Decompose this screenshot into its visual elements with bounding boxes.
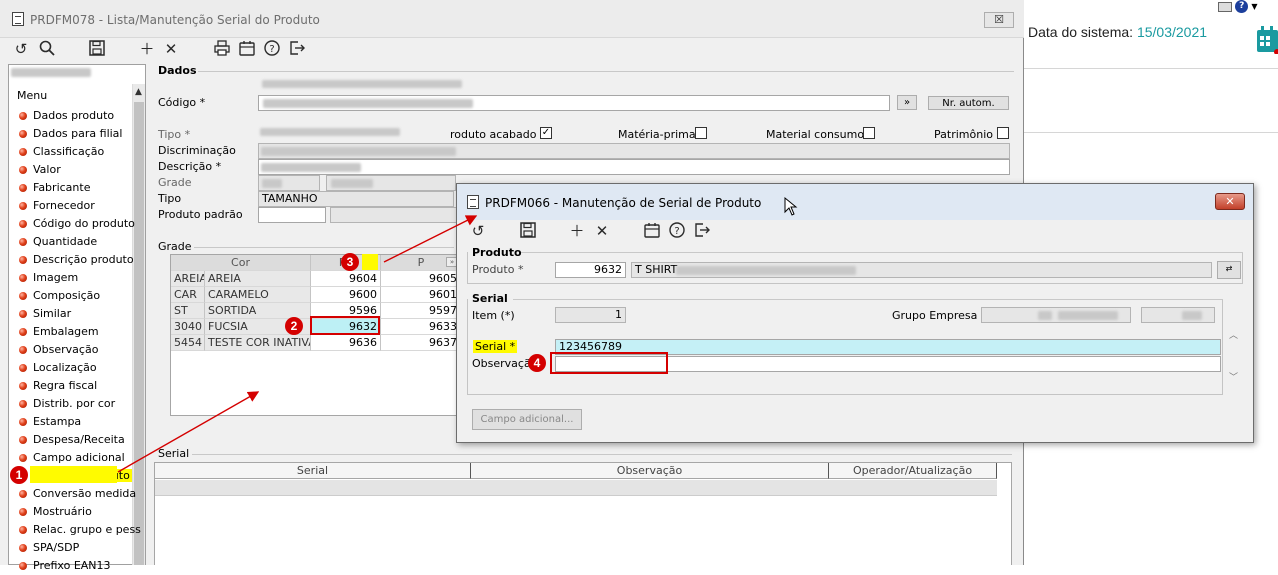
annotation-badge-4: 4 xyxy=(528,354,546,372)
annotation-badge-1: 1 xyxy=(10,466,28,484)
annotation-arrows xyxy=(117,196,798,473)
menu-highlight xyxy=(30,466,117,483)
annotation-badge-2: 2 xyxy=(285,317,303,335)
column-highlight xyxy=(362,254,378,270)
annotation-badge-3: 3 xyxy=(341,253,359,271)
arrow-3 xyxy=(383,215,478,263)
annotation-box-2 xyxy=(310,316,380,335)
arrow-1 xyxy=(117,391,260,473)
annotation-box-4 xyxy=(550,352,668,374)
mouse-cursor-icon xyxy=(784,196,798,216)
